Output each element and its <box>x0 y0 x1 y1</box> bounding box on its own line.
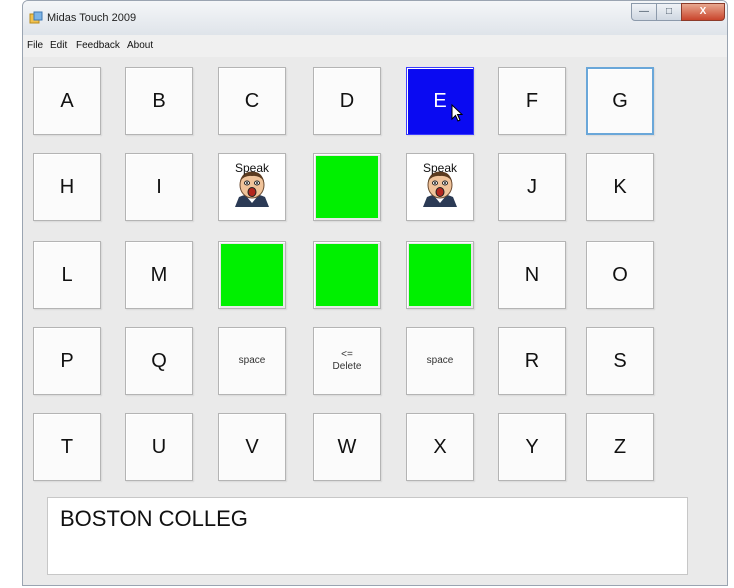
speak-key[interactable]: Speak <box>218 153 286 221</box>
app-window: Midas Touch 2009 — □ X File Edit Feedbac… <box>22 0 728 586</box>
menu-bar: File Edit Feedback About <box>23 35 727 57</box>
key-w[interactable]: W <box>313 413 381 481</box>
key-r[interactable]: R <box>498 327 566 395</box>
space-key-label: space <box>426 355 454 366</box>
space-key-label: space <box>238 355 266 366</box>
green-fill <box>316 244 378 306</box>
delete-key[interactable]: <= Delete <box>313 327 381 395</box>
key-p[interactable]: P <box>33 327 101 395</box>
green-key[interactable] <box>218 241 286 309</box>
green-fill <box>221 244 283 306</box>
key-o[interactable]: O <box>586 241 654 309</box>
green-fill <box>409 244 471 306</box>
green-key[interactable] <box>313 153 381 221</box>
menu-file[interactable]: File <box>27 40 43 51</box>
menu-about[interactable]: About <box>127 40 153 51</box>
menu-feedback[interactable]: Feedback <box>76 40 120 51</box>
green-key[interactable] <box>313 241 381 309</box>
title-bar: Midas Touch 2009 — □ X <box>23 1 727 35</box>
key-m[interactable]: M <box>125 241 193 309</box>
key-u[interactable]: U <box>125 413 193 481</box>
key-h[interactable]: H <box>33 153 101 221</box>
minimize-button[interactable]: — <box>631 3 657 21</box>
speak-label: Speak <box>422 161 458 175</box>
speak-label: Speak <box>234 161 270 175</box>
key-c[interactable]: C <box>218 67 286 135</box>
space-key[interactable]: space <box>218 327 286 395</box>
key-j[interactable]: J <box>498 153 566 221</box>
key-i[interactable]: I <box>125 153 193 221</box>
window-title: Midas Touch 2009 <box>47 12 137 24</box>
app-icon <box>29 11 43 24</box>
key-g[interactable]: G <box>586 67 654 135</box>
key-a[interactable]: A <box>33 67 101 135</box>
key-n[interactable]: N <box>498 241 566 309</box>
key-y[interactable]: Y <box>498 413 566 481</box>
key-f[interactable]: F <box>498 67 566 135</box>
key-d[interactable]: D <box>313 67 381 135</box>
key-s[interactable]: S <box>586 327 654 395</box>
mouse-pointer-icon <box>451 104 464 122</box>
key-t[interactable]: T <box>33 413 101 481</box>
space-key[interactable]: space <box>406 327 474 395</box>
key-l[interactable]: L <box>33 241 101 309</box>
speak-key[interactable]: Speak <box>406 153 474 221</box>
key-v[interactable]: V <box>218 413 286 481</box>
delete-key-label: <= Delete <box>332 349 362 372</box>
output-textbox[interactable]: BOSTON COLLEG <box>47 497 688 575</box>
menu-edit[interactable]: Edit <box>50 40 67 51</box>
key-q[interactable]: Q <box>125 327 193 395</box>
key-e[interactable]: E <box>406 67 474 135</box>
key-z[interactable]: Z <box>586 413 654 481</box>
close-button[interactable]: X <box>681 3 725 21</box>
green-key[interactable] <box>406 241 474 309</box>
key-b[interactable]: B <box>125 67 193 135</box>
key-k[interactable]: K <box>586 153 654 221</box>
key-x[interactable]: X <box>406 413 474 481</box>
green-fill <box>316 156 378 218</box>
maximize-button[interactable]: □ <box>656 3 682 21</box>
